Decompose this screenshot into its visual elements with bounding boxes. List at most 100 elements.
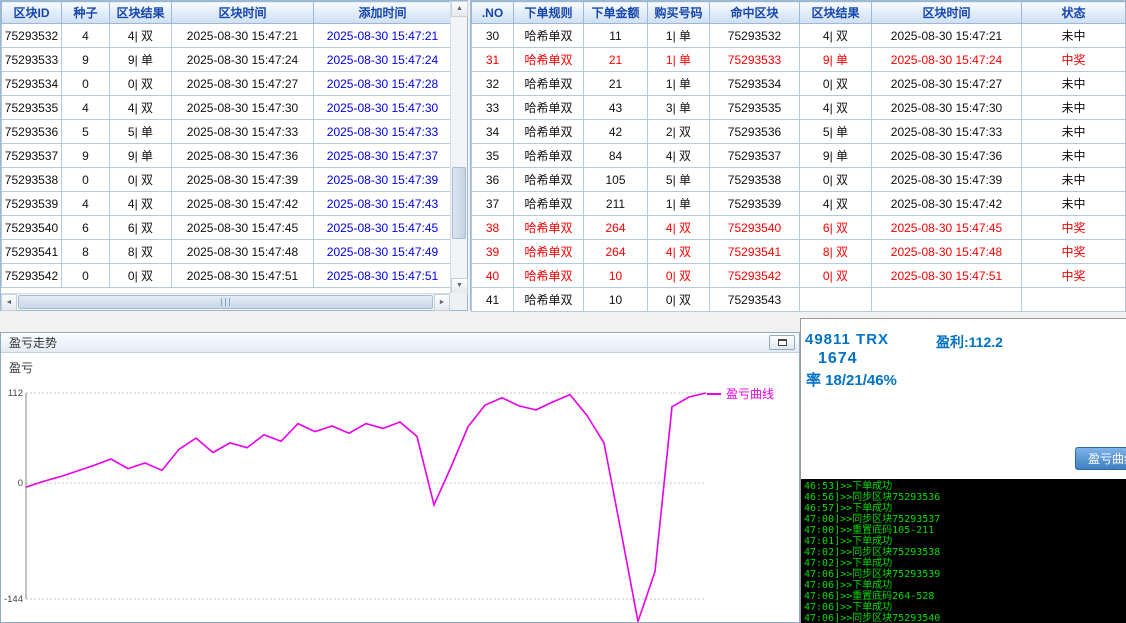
- cell: 0| 双: [800, 168, 872, 192]
- scroll-left-button[interactable]: ◄: [1, 294, 17, 311]
- cell: 中奖: [1022, 48, 1126, 72]
- table-row[interactable]: 36哈希单双1055| 单752935380| 双2025-08-30 15:4…: [472, 168, 1126, 192]
- console-line: 47:06]>>同步区块75293540: [804, 613, 1126, 623]
- table-row[interactable]: 7529353244| 双2025-08-30 15:47:212025-08-…: [2, 24, 452, 48]
- table-row[interactable]: 39哈希单双2644| 双752935418| 双2025-08-30 15:4…: [472, 240, 1126, 264]
- console-line: 47:01]>>下单成功: [804, 536, 1126, 547]
- cell: 哈希单双: [514, 264, 584, 288]
- cell: 11: [584, 24, 648, 48]
- cell: 哈希单双: [514, 168, 584, 192]
- column-header[interactable]: .NO: [472, 2, 514, 24]
- cell: 41: [472, 288, 514, 312]
- chart-window-titlebar[interactable]: 盈亏走势: [1, 333, 799, 353]
- table-row[interactable]: 7529354066| 双2025-08-30 15:47:452025-08-…: [2, 216, 452, 240]
- table-row[interactable]: 7529353799| 单2025-08-30 15:47:362025-08-…: [2, 144, 452, 168]
- table-row[interactable]: 32哈希单双211| 单752935340| 双2025-08-30 15:47…: [472, 72, 1126, 96]
- scroll-down-button[interactable]: ▼: [451, 278, 468, 294]
- column-header[interactable]: 状态: [1022, 2, 1126, 24]
- cell: 4: [62, 24, 110, 48]
- column-header[interactable]: 下单金额: [584, 2, 648, 24]
- table-row[interactable]: 35哈希单双844| 双752935379| 单2025-08-30 15:47…: [472, 144, 1126, 168]
- column-header[interactable]: 区块时间: [172, 2, 314, 24]
- cell: 2025-08-30 15:47:48: [872, 240, 1022, 264]
- chart-area: 盈亏 1120-144 盈亏曲线: [1, 353, 799, 622]
- header-row: 区块ID种子区块结果区块时间添加时间: [2, 2, 452, 24]
- cell: 75293540: [2, 216, 62, 240]
- cell: 10: [584, 264, 648, 288]
- table-row[interactable]: 7529353944| 双2025-08-30 15:47:422025-08-…: [2, 192, 452, 216]
- cell: 哈希单双: [514, 48, 584, 72]
- scroll-up-button[interactable]: ▲: [451, 1, 468, 17]
- cell: 9| 单: [800, 48, 872, 72]
- scrollbar-thumb[interactable]: [452, 167, 466, 239]
- console-line: 46:57]>>下单成功: [804, 503, 1126, 514]
- cell: 6| 双: [800, 216, 872, 240]
- cell: 2025-08-30 15:47:24: [872, 48, 1022, 72]
- column-header[interactable]: 下单规则: [514, 2, 584, 24]
- profit-curve-button[interactable]: 盈亏曲线: [1075, 447, 1126, 470]
- cell: 0: [62, 264, 110, 288]
- column-header[interactable]: 区块结果: [110, 2, 172, 24]
- cell: 21: [584, 48, 648, 72]
- chart-y-axis-title: 盈亏: [9, 359, 33, 376]
- y-tick-label: -144: [4, 594, 23, 605]
- cell: 75293542: [710, 264, 800, 288]
- column-header[interactable]: 种子: [62, 2, 110, 24]
- column-header[interactable]: 区块结果: [800, 2, 872, 24]
- table-row[interactable]: 34哈希单双422| 双752935365| 单2025-08-30 15:47…: [472, 120, 1126, 144]
- column-header[interactable]: 命中区块: [710, 2, 800, 24]
- cell: 2025-08-30 15:47:30: [172, 96, 314, 120]
- cell: 哈希单双: [514, 72, 584, 96]
- table-row[interactable]: 40哈希单双100| 双752935420| 双2025-08-30 15:47…: [472, 264, 1126, 288]
- orders-table: .NO下单规则下单金额购买号码命中区块区块结果区块时间状态 30哈希单双111|…: [471, 1, 1126, 312]
- cell: 75293536: [710, 120, 800, 144]
- column-header[interactable]: 区块ID: [2, 2, 62, 24]
- cell: 2025-08-30 15:47:30: [872, 96, 1022, 120]
- table-row[interactable]: 31哈希单双211| 单752935339| 单2025-08-30 15:47…: [472, 48, 1126, 72]
- cell: 4| 双: [800, 192, 872, 216]
- cell: 39: [472, 240, 514, 264]
- table-row[interactable]: 7529353655| 单2025-08-30 15:47:332025-08-…: [2, 120, 452, 144]
- table-row[interactable]: 7529354200| 双2025-08-30 15:47:512025-08-…: [2, 264, 452, 288]
- table-row[interactable]: 33哈希单双433| 单752935354| 双2025-08-30 15:47…: [472, 96, 1126, 120]
- column-header[interactable]: 区块时间: [872, 2, 1022, 24]
- cell: 75293539: [2, 192, 62, 216]
- table-row[interactable]: 7529354188| 双2025-08-30 15:47:482025-08-…: [2, 240, 452, 264]
- cell: 中奖: [1022, 240, 1126, 264]
- table-row[interactable]: 41哈希单双100| 双75293543: [472, 288, 1126, 312]
- cell: 75293534: [710, 72, 800, 96]
- cell: 2025-08-30 15:47:21: [314, 24, 452, 48]
- cell: 75293536: [2, 120, 62, 144]
- scrollbar-track[interactable]: [17, 294, 434, 310]
- stats-panel: 49811 TRX 盈利:112.2 1674 率 18/21/46% 盈亏曲线…: [800, 318, 1126, 623]
- horizontal-scrollbar[interactable]: ◄ ►: [1, 293, 450, 310]
- scrollbar-track[interactable]: [451, 17, 467, 278]
- cell: 33: [472, 96, 514, 120]
- table-row[interactable]: 30哈希单双111| 单752935324| 双2025-08-30 15:47…: [472, 24, 1126, 48]
- maximize-button[interactable]: [769, 335, 795, 350]
- scroll-right-button[interactable]: ►: [434, 294, 450, 311]
- cell: 2025-08-30 15:47:39: [872, 168, 1022, 192]
- console-line: 46:53]>>下单成功: [804, 481, 1126, 492]
- cell: 9: [62, 144, 110, 168]
- console-line: 47:06]>>下单成功: [804, 602, 1126, 613]
- cell: 未中: [1022, 72, 1126, 96]
- cell: 未中: [1022, 144, 1126, 168]
- log-console[interactable]: 46:53]>>下单成功46:56]>>同步区块7529353646:57]>>…: [801, 479, 1126, 623]
- table-row[interactable]: 7529353399| 单2025-08-30 15:47:242025-08-…: [2, 48, 452, 72]
- cell: 75293535: [2, 96, 62, 120]
- vertical-scrollbar[interactable]: ▲ ▼: [450, 1, 467, 294]
- column-header[interactable]: 购买号码: [648, 2, 710, 24]
- cell: 4| 双: [648, 144, 710, 168]
- scrollbar-thumb[interactable]: [18, 295, 433, 309]
- table-row[interactable]: 7529353544| 双2025-08-30 15:47:302025-08-…: [2, 96, 452, 120]
- table-row[interactable]: 7529353800| 双2025-08-30 15:47:392025-08-…: [2, 168, 452, 192]
- cell: 2| 双: [648, 120, 710, 144]
- cell: 6: [62, 216, 110, 240]
- table-row[interactable]: 37哈希单双2111| 单752935394| 双2025-08-30 15:4…: [472, 192, 1126, 216]
- table-row[interactable]: 7529353400| 双2025-08-30 15:47:272025-08-…: [2, 72, 452, 96]
- table-row[interactable]: 38哈希单双2644| 双752935406| 双2025-08-30 15:4…: [472, 216, 1126, 240]
- column-header[interactable]: 添加时间: [314, 2, 452, 24]
- blocks-table: 区块ID种子区块结果区块时间添加时间 7529353244| 双2025-08-…: [1, 1, 452, 288]
- cell: 0: [62, 72, 110, 96]
